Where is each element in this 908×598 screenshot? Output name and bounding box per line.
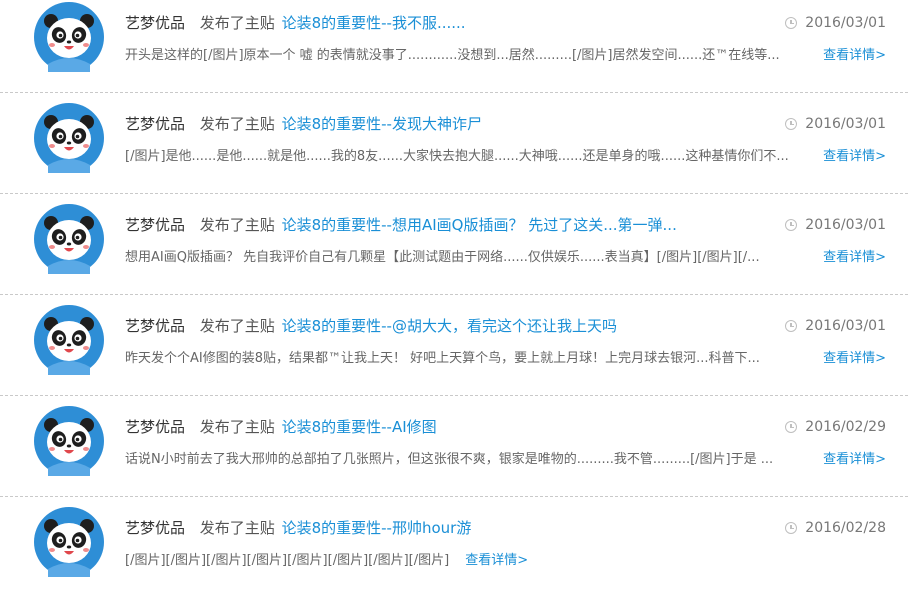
post-action-label: 发布了主贴 (199, 317, 275, 335)
author-name[interactable]: 艺梦优品 (125, 418, 185, 436)
post-date: 2016/02/28 (785, 517, 886, 539)
post-title-link[interactable]: 论装8的重要性--发现大神诈尸 (282, 115, 482, 133)
post-date-text: 2016/03/01 (805, 217, 886, 233)
panda-avatar-icon[interactable] (34, 103, 104, 173)
post-action-label: 发布了主贴 (199, 418, 275, 436)
post-excerpt: [/图片]是他......是他......就是他......我的8友......… (125, 149, 789, 164)
post-date-text: 2016/02/28 (805, 520, 886, 536)
view-details-link[interactable]: 查看详情> (823, 450, 886, 470)
post-date-text: 2016/03/01 (805, 318, 886, 334)
post-item: 艺梦优品 发布了主贴 论装8的重要性--我不服...... 2016/03/01… (0, 0, 908, 93)
clock-icon (785, 118, 798, 130)
post-excerpt: 想用AI画Q版插画？ 先自我评价自己有几颗星【此测试题由于网络......仅供娱… (125, 250, 760, 265)
post-excerpt: [/图片][/图片][/图片][/图片][/图片][/图片][/图片][/图片] (125, 553, 450, 568)
view-details-link[interactable]: 查看详情> (823, 248, 886, 268)
panda-avatar-icon[interactable] (34, 406, 104, 476)
panda-avatar-icon[interactable] (34, 204, 104, 274)
post-excerpt: 昨天发个个AI修图的装8贴，结果都™让我上天！ 好吧上天算个鸟，要上就上月球！上… (125, 351, 760, 366)
post-item: 艺梦优品 发布了主贴 论装8的重要性--邢帅hour游 2016/02/28 [… (0, 497, 908, 598)
post-header: 艺梦优品 发布了主贴 论装8的重要性--我不服...... (125, 12, 466, 34)
post-title-link[interactable]: 论装8的重要性--想用AI画Q版插画？ 先过了这关...第一弹... (282, 216, 677, 234)
post-excerpt: 开头是这样的[/图片]原本一个 嘘 的表情就没事了............没想到… (125, 48, 780, 63)
clock-icon (785, 320, 798, 332)
post-date: 2016/03/01 (785, 12, 886, 34)
clock-icon (785, 522, 798, 534)
clock-icon (785, 219, 798, 231)
post-header: 艺梦优品 发布了主贴 论装8的重要性--想用AI画Q版插画？ 先过了这关...第… (125, 214, 677, 236)
post-excerpt: 话说N小时前去了我大邢帅的总部拍了几张照片，但这张很不爽，银家是唯物的.....… (125, 452, 774, 467)
post-header: 艺梦优品 发布了主贴 论装8的重要性--邢帅hour游 (125, 517, 471, 539)
author-name[interactable]: 艺梦优品 (125, 317, 185, 335)
author-name[interactable]: 艺梦优品 (125, 14, 185, 32)
post-feed: 艺梦优品 发布了主贴 论装8的重要性--我不服...... 2016/03/01… (0, 0, 908, 589)
post-action-label: 发布了主贴 (199, 14, 275, 32)
post-date-text: 2016/03/01 (805, 15, 886, 31)
post-action-label: 发布了主贴 (199, 216, 275, 234)
post-date-text: 2016/02/29 (805, 419, 886, 435)
post-title-link[interactable]: 论装8的重要性--@胡大大，看完这个还让我上天吗 (282, 317, 617, 335)
post-action-label: 发布了主贴 (199, 519, 275, 537)
post-date: 2016/03/01 (785, 113, 886, 135)
clock-icon (785, 421, 798, 433)
author-name[interactable]: 艺梦优品 (125, 115, 185, 133)
panda-avatar-icon[interactable] (34, 305, 104, 375)
post-action-label: 发布了主贴 (199, 115, 275, 133)
post-title-link[interactable]: 论装8的重要性--我不服...... (282, 14, 466, 32)
post-header: 艺梦优品 发布了主贴 论装8的重要性--@胡大大，看完这个还让我上天吗 (125, 315, 617, 337)
post-date: 2016/03/01 (785, 315, 886, 337)
clock-icon (785, 17, 798, 29)
post-excerpt-row: [/图片][/图片][/图片][/图片][/图片][/图片][/图片][/图片]… (125, 551, 528, 571)
author-name[interactable]: 艺梦优品 (125, 519, 185, 537)
view-details-link[interactable]: 查看详情> (823, 46, 886, 66)
post-header: 艺梦优品 发布了主贴 论装8的重要性--发现大神诈尸 (125, 113, 482, 135)
post-item: 艺梦优品 发布了主贴 论装8的重要性--AI修图 2016/02/29 话说N小… (0, 396, 908, 497)
post-date: 2016/02/29 (785, 416, 886, 438)
view-details-link[interactable]: 查看详情> (465, 553, 528, 568)
post-item: 艺梦优品 发布了主贴 论装8的重要性--发现大神诈尸 2016/03/01 [/… (0, 93, 908, 194)
post-item: 艺梦优品 发布了主贴 论装8的重要性--想用AI画Q版插画？ 先过了这关...第… (0, 194, 908, 295)
post-title-link[interactable]: 论装8的重要性--AI修图 (282, 418, 437, 436)
view-details-link[interactable]: 查看详情> (823, 147, 886, 167)
post-header: 艺梦优品 发布了主贴 论装8的重要性--AI修图 (125, 416, 437, 438)
post-date-text: 2016/03/01 (805, 116, 886, 132)
panda-avatar-icon[interactable] (34, 507, 104, 577)
post-title-link[interactable]: 论装8的重要性--邢帅hour游 (282, 519, 472, 537)
post-date: 2016/03/01 (785, 214, 886, 236)
view-details-link[interactable]: 查看详情> (823, 349, 886, 369)
panda-avatar-icon[interactable] (34, 2, 104, 72)
author-name[interactable]: 艺梦优品 (125, 216, 185, 234)
post-item: 艺梦优品 发布了主贴 论装8的重要性--@胡大大，看完这个还让我上天吗 2016… (0, 295, 908, 396)
